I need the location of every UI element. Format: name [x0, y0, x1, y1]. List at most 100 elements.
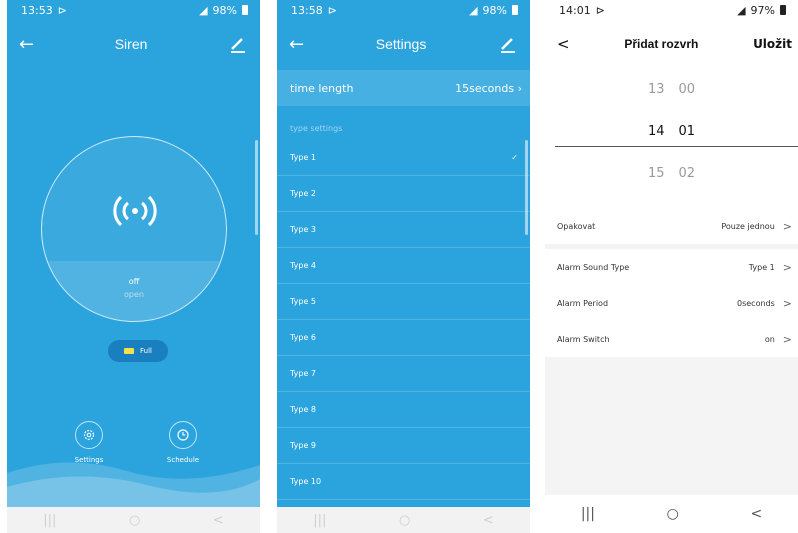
- type-label: Type 9: [290, 441, 317, 450]
- picker-row-next[interactable]: 15 02: [545, 166, 798, 181]
- battery-icon: [242, 5, 248, 15]
- type-item[interactable]: Type 10: [277, 464, 530, 500]
- battery-percent: 97%: [750, 3, 775, 17]
- scrollbar[interactable]: [525, 140, 528, 235]
- system-back-button[interactable]: <: [213, 513, 224, 528]
- system-nav-bar: ||| ○ <: [545, 495, 798, 533]
- recent-apps-button[interactable]: |||: [581, 506, 595, 522]
- page-title: Siren: [114, 36, 148, 52]
- battery-percent: 98%: [482, 3, 507, 17]
- picker-hour: 14: [647, 124, 665, 139]
- add-schedule-screen: 14:01 ⊳ ◢ 97% < Přidat rozvrh Uložit 13 00…: [545, 0, 798, 533]
- repeat-row[interactable]: Opakovat Pouze jednou >: [545, 208, 798, 244]
- section-label: type settings: [290, 124, 343, 133]
- siren-waves-icon: [113, 195, 157, 227]
- edit-pen-icon[interactable]: [228, 34, 248, 54]
- type-item[interactable]: Type 8: [277, 392, 530, 428]
- alarm-sound-type-row[interactable]: Alarm Sound Type Type 1 >: [545, 249, 798, 285]
- wave-decoration: [7, 462, 260, 507]
- time-length-row[interactable]: time length 15seconds ›: [277, 70, 530, 106]
- type-label: Type 4: [290, 261, 317, 270]
- type-label: Type 8: [290, 405, 317, 414]
- type-item[interactable]: Type 7: [277, 356, 530, 392]
- type-label: Type 2: [290, 189, 317, 198]
- home-button[interactable]: ○: [129, 513, 140, 528]
- row-label: Alarm Sound Type: [557, 262, 630, 272]
- repeat-label: Opakovat: [557, 221, 596, 231]
- siren-screen: 13:53 ⊳ ◢ 98% ← Siren off open Full Settin…: [7, 0, 260, 533]
- type-item[interactable]: Type 1 ✓: [277, 140, 530, 176]
- type-item[interactable]: Type 2: [277, 176, 530, 212]
- row-value: 0seconds: [736, 298, 775, 308]
- row-value: on: [764, 334, 775, 344]
- type-label: Type 6: [290, 333, 317, 342]
- home-button[interactable]: ○: [667, 506, 679, 522]
- nav-bar: ← Settings: [277, 20, 530, 68]
- signal-icon: ◢: [199, 3, 208, 17]
- picker-hour: 15: [647, 166, 665, 181]
- siren-substate: open: [124, 290, 144, 299]
- notification-icon: ⊳: [327, 3, 337, 17]
- chevron-right-icon: ›: [517, 81, 522, 95]
- system-back-button[interactable]: <: [483, 513, 494, 528]
- picker-hour: 13: [647, 82, 665, 97]
- back-arrow-icon[interactable]: ←: [19, 34, 34, 55]
- picker-row-selected[interactable]: 14 01: [545, 124, 798, 139]
- back-arrow-icon[interactable]: ←: [289, 34, 304, 55]
- picker-row-prev[interactable]: 13 00: [545, 82, 798, 97]
- type-item[interactable]: Type 4: [277, 248, 530, 284]
- edit-pen-icon[interactable]: [498, 34, 518, 54]
- signal-icon: ◢: [469, 3, 478, 17]
- status-time: 13:58: [291, 3, 323, 17]
- time-length-label: time length: [290, 81, 354, 95]
- settings-screen: 13:58 ⊳ ◢ 98% ← Settings time length 15sec…: [277, 0, 530, 533]
- alarm-switch-row[interactable]: Alarm Switch on >: [545, 321, 798, 357]
- type-label: Type 5: [290, 297, 317, 306]
- row-label: Alarm Period: [557, 298, 609, 308]
- alarm-period-row[interactable]: Alarm Period 0seconds >: [545, 285, 798, 321]
- status-bar: 13:53 ⊳ ◢ 98%: [7, 0, 260, 20]
- picker-minute: 00: [678, 82, 696, 97]
- type-item[interactable]: Type 5: [277, 284, 530, 320]
- siren-state: off: [128, 277, 140, 286]
- notification-icon: ⊳: [57, 3, 67, 17]
- recent-apps-button[interactable]: |||: [43, 513, 56, 528]
- gear-icon: [83, 429, 95, 441]
- battery-icon: [780, 5, 786, 15]
- chevron-right-icon: >: [782, 260, 792, 274]
- battery-icon: [512, 5, 518, 15]
- system-nav-bar: ||| ○ <: [7, 507, 260, 533]
- system-back-button[interactable]: <: [750, 506, 762, 522]
- nav-bar: < Přidat rozvrh Uložit: [545, 20, 798, 68]
- status-bar: 13:58 ⊳ ◢ 98%: [277, 0, 530, 20]
- back-chevron-icon[interactable]: <: [557, 35, 570, 53]
- battery-percent: 98%: [212, 3, 237, 17]
- recent-apps-button[interactable]: |||: [313, 513, 326, 528]
- type-label: Type 3: [290, 225, 317, 234]
- home-button[interactable]: ○: [399, 513, 410, 528]
- time-picker[interactable]: 13 00 14 01 15 02: [545, 68, 798, 208]
- system-nav-bar: ||| ○ <: [277, 507, 530, 533]
- row-label: Alarm Switch: [557, 334, 610, 344]
- type-label: Type 7: [290, 369, 317, 378]
- picker-minute: 01: [678, 124, 696, 139]
- type-item[interactable]: Type 9: [277, 428, 530, 464]
- chevron-right-icon: >: [782, 296, 792, 310]
- type-item[interactable]: Type 6: [277, 320, 530, 356]
- battery-full-icon: [124, 348, 134, 354]
- type-item[interactable]: Type 3: [277, 212, 530, 248]
- clock-icon: [177, 429, 189, 441]
- siren-toggle[interactable]: off open: [41, 136, 227, 322]
- scrollbar[interactable]: [255, 140, 258, 235]
- repeat-value: Pouze jednou: [721, 221, 775, 231]
- battery-status-badge: Full: [108, 340, 168, 362]
- status-time: 13:53: [21, 3, 53, 17]
- checkmark-icon: ✓: [511, 153, 518, 162]
- chevron-right-icon: >: [782, 332, 792, 346]
- row-value: Type 1: [748, 262, 775, 272]
- page-title: Přidat rozvrh: [624, 37, 699, 51]
- signal-icon: ◢: [737, 3, 746, 17]
- save-button[interactable]: Uložit: [753, 37, 792, 51]
- battery-label: Full: [140, 347, 152, 355]
- type-label: Type 10: [290, 477, 322, 486]
